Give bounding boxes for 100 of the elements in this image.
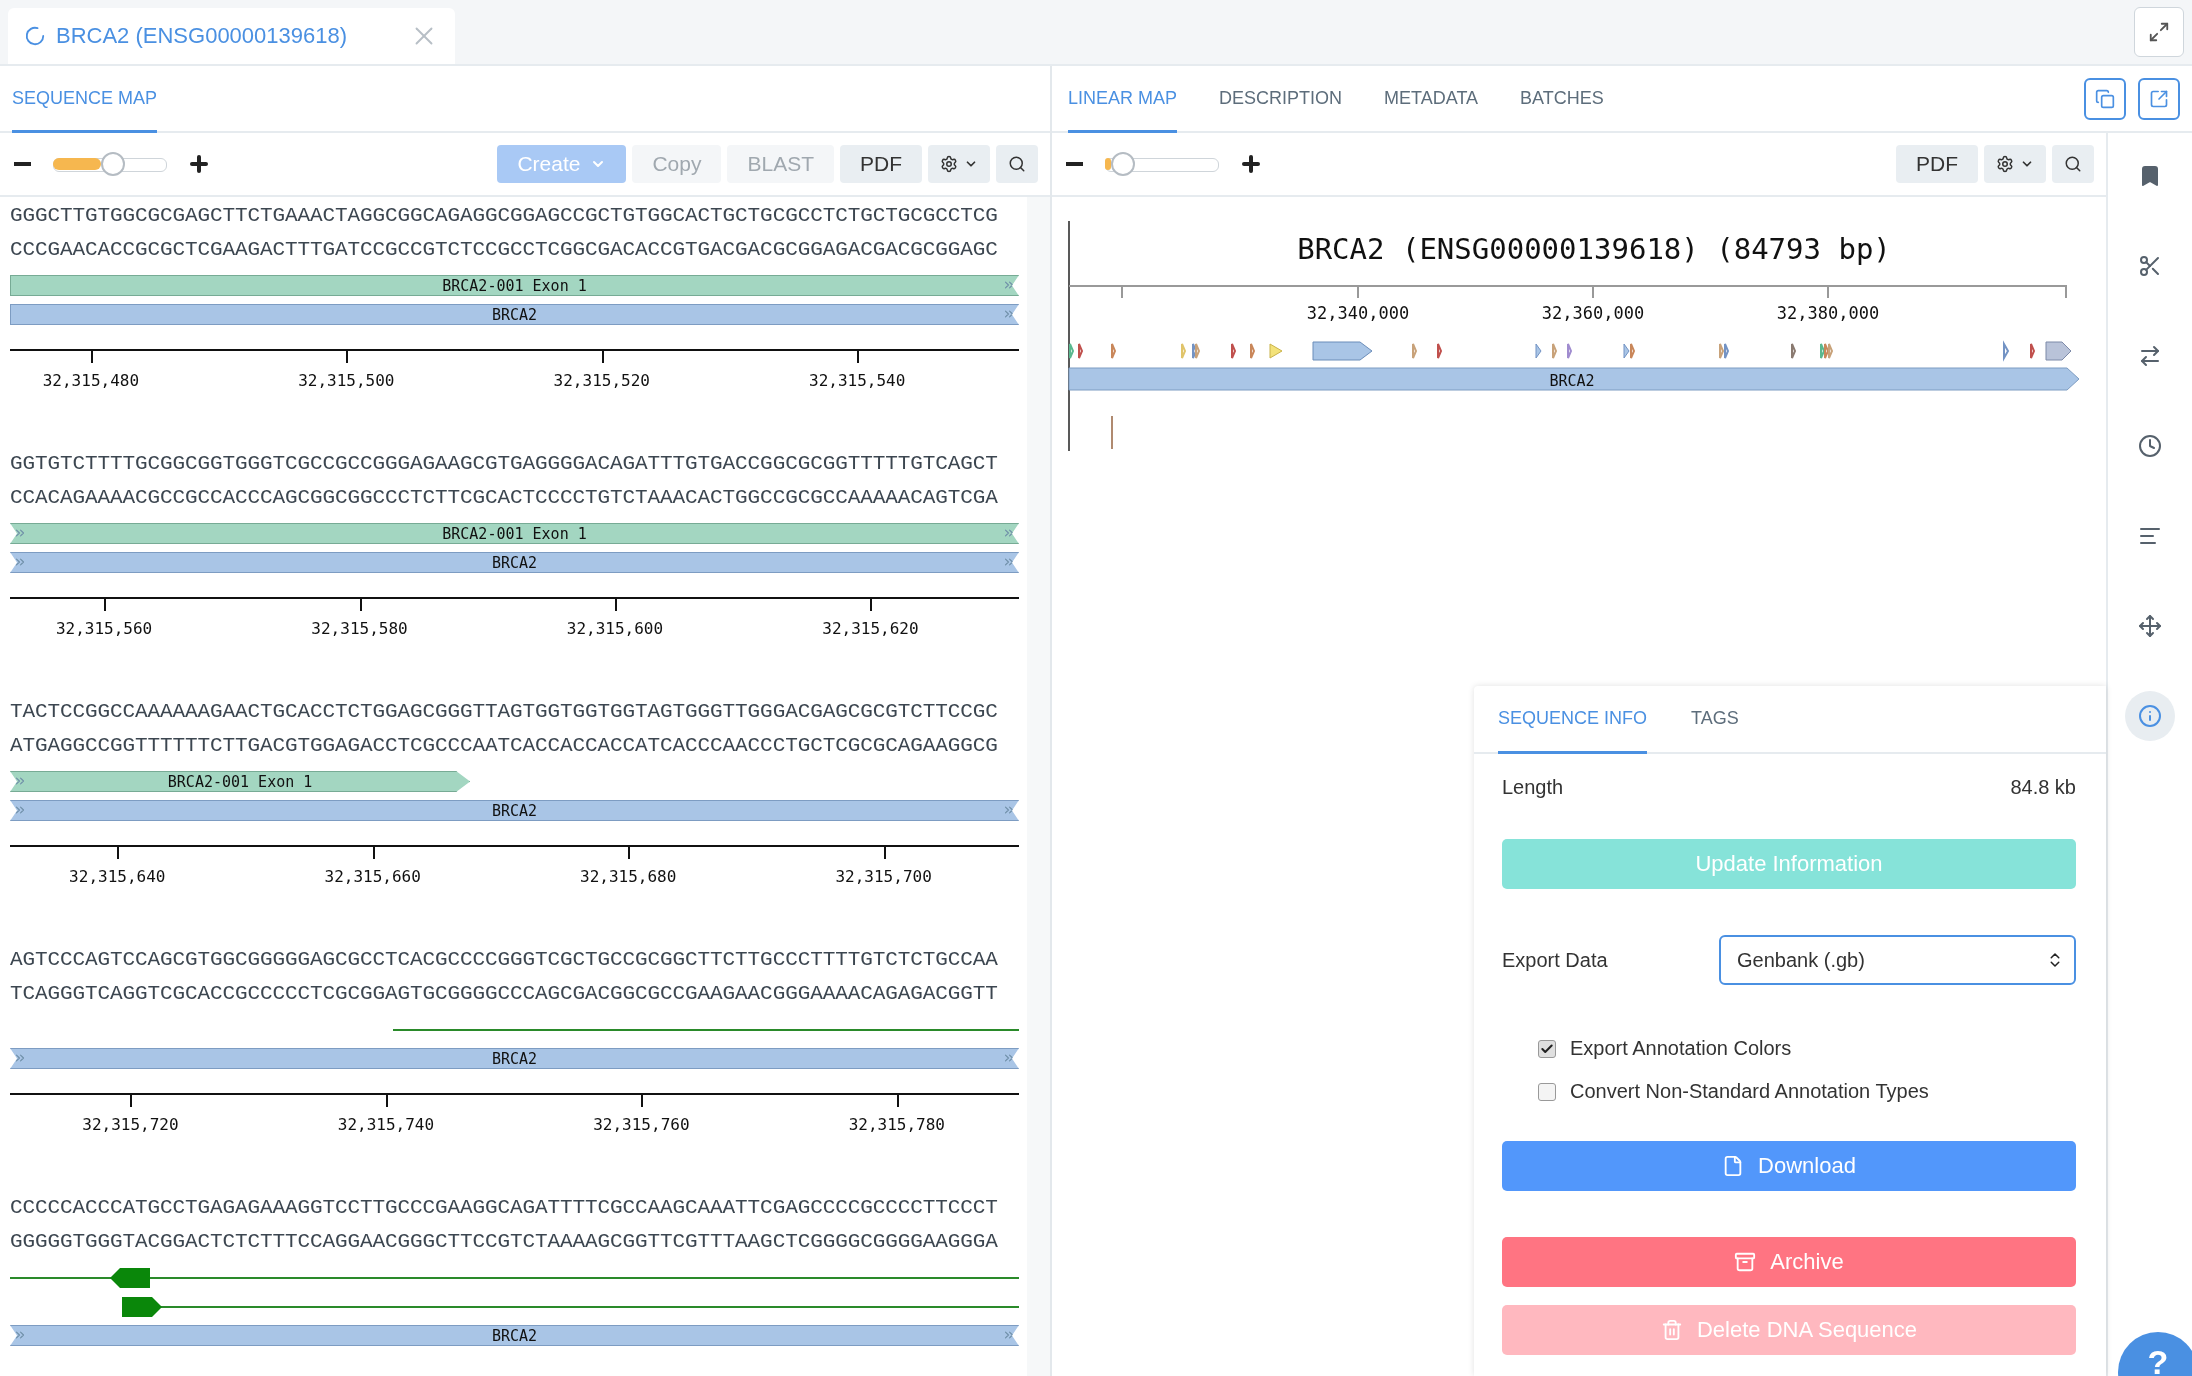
plus-icon [187, 152, 211, 176]
exon-feature[interactable]: BRCA2-001 Exon 1 [10, 771, 471, 792]
toolbar-button[interactable]: PDF [1896, 145, 1978, 183]
info-button[interactable] [2125, 691, 2175, 741]
position-label: 32,315,480 [42, 371, 140, 390]
clock-icon [2138, 434, 2162, 458]
position-label: 32,315,600 [566, 619, 664, 638]
position-label: 32,315,700 [835, 867, 932, 886]
panel-tab[interactable]: SEQUENCE INFO [1498, 686, 1648, 754]
zoom-slider[interactable] [1105, 150, 1219, 178]
position-label: 32,315,620 [822, 619, 919, 638]
option-checkbox[interactable]: Convert Non-Standard Annotation Types [1538, 1080, 2076, 1103]
copy-icon [2095, 88, 2115, 109]
feature-label: BRCA2 [491, 1049, 538, 1068]
feature-label: BRCA2 [491, 553, 538, 572]
gene-feature[interactable]: BRCA2 [10, 1048, 1019, 1069]
help-button[interactable]: ? [2118, 1332, 2192, 1376]
chevrons-icon [13, 803, 27, 817]
settings-button[interactable] [1984, 145, 2046, 183]
zoom-in-button[interactable] [1239, 152, 1263, 176]
minus-icon [1066, 162, 1083, 166]
position-label: 32,315,500 [298, 371, 395, 390]
axis-label: 32,360,000 [1541, 303, 1645, 323]
panel-tab[interactable]: METADATA [1384, 66, 1479, 133]
share-icon [2149, 88, 2169, 109]
share-button[interactable] [2138, 77, 2180, 120]
zoom-slider-thumb[interactable] [100, 152, 125, 176]
feature-label: BRCA2-001 Exon 1 [442, 276, 587, 295]
toolbar-button[interactable]: PDF [840, 145, 922, 183]
sequence-line: ATGAGGCCGGTTTTTTCTTGACGTGGAGACCTCGCCCAATCACCACCACCATCACCCAACCCTGCTCGCGCAGAAGGCG [10, 733, 999, 759]
length-label: Length [1502, 776, 1564, 799]
panel-tab[interactable]: BATCHES [1520, 66, 1604, 133]
feature-label: BRCA2 [491, 801, 538, 820]
sequence-line: CCCGAACACCGCGCTCGAAGACTTTGATCCGCCGTCTCCGCCTCGGCGACACCGTGACGACGCGGAGACGACGCGGAGC [10, 237, 999, 263]
panel-tab[interactable]: DESCRIPTION [1219, 66, 1343, 133]
position-label: 32,315,640 [69, 867, 166, 886]
panel-tab[interactable]: TAGS [1691, 686, 1739, 754]
document-title: BRCA2 (ENSG00000139618) [56, 23, 349, 49]
exon-feature[interactable]: BRCA2-001 Exon 1 [10, 275, 1019, 296]
expand-icon [2148, 21, 2170, 43]
primer-arrow-drawing[interactable] [10, 1268, 1019, 1288]
position-label: 32,315,760 [593, 1115, 690, 1134]
export-label: Export Data [1502, 948, 1608, 972]
position-label: 32,315,540 [809, 371, 906, 390]
scrollbar-track[interactable] [1027, 197, 1050, 1376]
expand-button[interactable] [2134, 7, 2184, 57]
search-button[interactable] [996, 145, 1038, 183]
sequence-line: CCACAGAAAACGCCGCCACCCAGCGGCGGCCCTCTTCGCACTCCCCTGTCTAAACACTGGCCGCGCCAAAAACAGTCGA [10, 485, 999, 511]
check-icon [1540, 1041, 1554, 1056]
copy-button[interactable] [2084, 77, 2126, 120]
zoom-slider[interactable] [53, 150, 167, 178]
position-label: 32,315,520 [553, 371, 650, 390]
gene-feature[interactable]: BRCA2 [10, 800, 1019, 821]
zoom-slider-thumb[interactable] [1110, 152, 1135, 176]
chevrons-icon [13, 774, 27, 788]
length-value: 84.8 kb [2010, 776, 2076, 799]
position-label: 32,315,580 [311, 619, 408, 638]
gear-icon [1996, 155, 2014, 173]
axis-label: 32,340,000 [1306, 303, 1410, 323]
download-button[interactable]: Download [1502, 1141, 2076, 1191]
option-checkbox[interactable]: Export Annotation Colors [1538, 1037, 2076, 1060]
axis-label: 32,380,000 [1776, 303, 1880, 323]
search-button[interactable] [2052, 145, 2094, 183]
chevrons-icon [13, 555, 27, 569]
gene-feature[interactable]: BRCA2 [10, 304, 1019, 325]
position-label: 32,315,680 [580, 867, 677, 886]
zoom-in-button[interactable] [187, 152, 211, 176]
sequence-line: GGTGTCTTTTGCGGCGGTGGGTCGCCGCCGGGAGAAGCGTGAGGGGACAGATTTGTGACCGGCGCGGTTTTTGTCAGCT [10, 451, 999, 477]
trash-icon [1660, 1319, 1683, 1341]
sequence-line: GGGCTTGTGGCGCGAGCTTCTGAAACTAGGCGGCAGAGGCGGAGCCGCTGTGGCACTGCTGCGCCTCTGCTGCGCCTCG [10, 203, 999, 229]
info-icon [2138, 704, 2162, 728]
sequence-line: CCCCCACCCATGCCTGAGAGAAAGGTCCTTGCCCGAAGGCAGATTTTCGCCAAGCAAATTCGAGCCCCGCCCCTTCCCT [10, 1195, 999, 1221]
panel-tab[interactable]: LINEAR MAP [1068, 66, 1178, 133]
scissors-icon [2138, 254, 2162, 278]
gene-feature[interactable]: BRCA2 [10, 1325, 1019, 1346]
search-icon [2064, 155, 2082, 173]
move-icon [2138, 614, 2162, 638]
archive-icon [1734, 1251, 1757, 1273]
primer-arrow-drawing[interactable] [121, 1297, 1019, 1317]
sequence-line: TACTCCGGCCAAAAAAGAACTGCACCTCTGGAGCGGGTTAGTGGTGGTGGTAGTGGGTTGGGACGAGCGCGTCTTCCGC [10, 699, 999, 725]
format-select[interactable]: Genbank (.gb) [1719, 935, 2076, 985]
feature-label: BRCA2-001 Exon 1 [442, 524, 587, 543]
chevrons-icon [13, 526, 27, 540]
feature-label: BRCA2 [491, 305, 538, 324]
settings-button[interactable] [928, 145, 990, 183]
gene-feature[interactable]: BRCA2 [10, 552, 1019, 573]
feature-label: BRCA2-001 Exon 1 [167, 772, 313, 791]
position-label: 32,315,780 [848, 1115, 945, 1134]
position-label: 32,315,660 [324, 867, 421, 886]
swap-arrows-icon [2138, 344, 2162, 368]
exon-feature[interactable]: BRCA2-001 Exon 1 [10, 523, 1019, 544]
position-label: 32,315,740 [337, 1115, 435, 1134]
chevrons-icon [13, 1328, 27, 1342]
panel-tab[interactable]: SEQUENCE MAP [12, 66, 158, 133]
plus-icon [1239, 152, 1263, 176]
gear-icon [940, 155, 958, 173]
document-tab[interactable]: BRCA2 (ENSG00000139618) [8, 8, 455, 64]
gene-label: BRCA2 [1549, 372, 1595, 390]
minus-icon [14, 162, 31, 166]
sequence-line: GGGGGTGGGTACGGACTCTCTTTCCAGGAACGGGCTTCCGTCTAAAAGCGGTTCGTTTAAGCTCGGGGCGGGGAAGGGA [10, 1229, 999, 1255]
